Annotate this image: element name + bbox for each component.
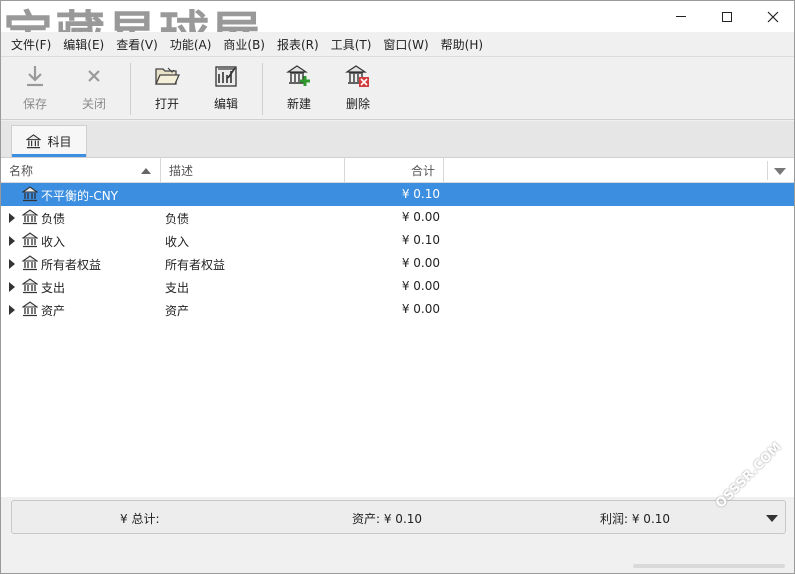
column-header-description[interactable]: 描述 <box>161 158 345 183</box>
column-total-label: 合计 <box>410 164 435 178</box>
close-icon <box>81 63 107 89</box>
summary-total-label: ¥ 总计: <box>120 512 160 526</box>
account-description: 资产 <box>165 304 190 318</box>
close-window-button[interactable] <box>750 1 794 32</box>
new-label: 新建 <box>286 97 311 111</box>
sort-ascending-icon <box>141 168 151 174</box>
menu-tools[interactable]: 工具(T) <box>325 36 378 53</box>
bank-icon <box>21 209 39 225</box>
account-description: 收入 <box>165 235 190 249</box>
title-bar: 宝藏星球屋 <box>1 1 794 64</box>
app-window: 宝藏星球屋 文件(F) 编辑(E) 查看(V) 功能(A) 商业(B) 报表(R… <box>0 0 795 574</box>
account-row[interactable]: 支出 支出 ¥ 0.00 <box>1 275 794 298</box>
account-total: ¥ 0.10 <box>401 233 440 247</box>
tab-label: 科目 <box>47 135 72 149</box>
bank-icon <box>26 134 42 149</box>
menu-reports[interactable]: 报表(R) <box>271 36 325 53</box>
save-label: 保存 <box>22 97 47 111</box>
delete-button[interactable]: 删除 <box>330 63 386 115</box>
menu-bar: 文件(F) 编辑(E) 查看(V) 功能(A) 商业(B) 报表(R) 工具(T… <box>1 32 794 56</box>
menu-view[interactable]: 查看(V) <box>110 36 164 53</box>
account-total: ¥ 0.00 <box>401 279 440 293</box>
edit-account-icon <box>213 63 239 89</box>
toolbar-separator <box>130 63 131 115</box>
expand-arrow-icon[interactable] <box>9 236 15 246</box>
edit-button[interactable]: 编辑 <box>198 63 254 115</box>
progress-bar <box>633 564 785 568</box>
account-description: 所有者权益 <box>165 258 226 272</box>
summary-assets: 资产: ¥ 0.10 <box>352 512 423 526</box>
delete-label: 删除 <box>345 97 370 111</box>
close-tab-button[interactable]: 关闭 <box>66 63 122 115</box>
account-description: 负债 <box>165 212 190 226</box>
account-name: 不平衡的-CNY <box>41 189 119 203</box>
minimize-icon <box>676 16 686 17</box>
bank-icon <box>21 278 39 294</box>
summary-bar: ¥ 总计: 资产: ¥ 0.10 利润: ¥ 0.10 <box>11 500 786 534</box>
menu-actions[interactable]: 功能(A) <box>164 36 218 53</box>
account-total: ¥ 0.00 <box>401 210 440 224</box>
expand-arrow-icon[interactable] <box>9 305 15 315</box>
account-name: 资产 <box>41 304 66 318</box>
account-total: ¥ 0.10 <box>401 187 440 201</box>
menu-file[interactable]: 文件(F) <box>5 36 57 53</box>
account-row[interactable]: 不平衡的-CNY ¥ 0.10 <box>1 183 794 206</box>
save-button[interactable]: 保存 <box>7 63 63 115</box>
status-bar <box>1 538 794 573</box>
account-name: 所有者权益 <box>41 258 102 272</box>
expand-arrow-icon[interactable] <box>9 213 15 223</box>
close-icon <box>767 11 779 22</box>
column-header-name[interactable]: 名称 <box>1 158 161 183</box>
column-header-total[interactable]: 合计 <box>345 158 444 183</box>
account-tree: 名称 描述 合计 不平衡的-CNY ¥ 0.10 负债 负债 ¥ 0.00 收入 收入 ¥ 0… <box>1 157 794 497</box>
bank-icon <box>21 301 39 317</box>
menu-business[interactable]: 商业(B) <box>217 36 271 53</box>
maximize-button[interactable] <box>704 1 750 32</box>
toolbar: 保存 关闭 打开 编辑 新建 删除 <box>1 56 794 120</box>
edit-label: 编辑 <box>213 97 238 111</box>
summary-dropdown-icon[interactable] <box>766 515 778 522</box>
account-row[interactable]: 负债 负债 ¥ 0.00 <box>1 206 794 229</box>
new-button[interactable]: 新建 <box>271 63 327 115</box>
folder-open-icon <box>154 63 180 89</box>
menu-window[interactable]: 窗口(W) <box>377 36 434 53</box>
column-header-filler <box>444 158 794 183</box>
open-label: 打开 <box>154 97 179 111</box>
bank-icon <box>21 255 39 271</box>
account-name: 支出 <box>41 281 66 295</box>
open-button[interactable]: 打开 <box>139 63 195 115</box>
account-name: 负债 <box>41 212 66 226</box>
account-description: 支出 <box>165 281 190 295</box>
download-icon <box>22 63 48 89</box>
delete-account-icon <box>345 63 371 89</box>
account-row[interactable]: 资产 资产 ¥ 0.00 <box>1 298 794 321</box>
column-menu-separator <box>767 161 768 180</box>
menu-help[interactable]: 帮助(H) <box>435 36 489 53</box>
column-chooser-icon[interactable] <box>774 168 786 175</box>
account-total: ¥ 0.00 <box>401 256 440 270</box>
expand-arrow-icon[interactable] <box>9 259 15 269</box>
tab-accounts[interactable]: 科目 <box>11 125 87 157</box>
summary-profit: 利润: ¥ 0.10 <box>600 512 671 526</box>
column-name-label: 名称 <box>9 164 34 178</box>
tab-strip: 科目 <box>1 121 794 157</box>
bank-icon <box>21 186 39 202</box>
account-name: 收入 <box>41 235 66 249</box>
expand-arrow-icon[interactable] <box>9 282 15 292</box>
account-row[interactable]: 所有者权益 所有者权益 ¥ 0.00 <box>1 252 794 275</box>
account-rows: 不平衡的-CNY ¥ 0.10 负债 负债 ¥ 0.00 收入 收入 ¥ 0.10 所有者权益所… <box>1 183 794 321</box>
toolbar-separator <box>262 63 263 115</box>
column-description-label: 描述 <box>169 164 194 178</box>
column-header-row: 名称 描述 合计 <box>1 158 794 183</box>
bank-icon <box>21 232 39 248</box>
menu-edit[interactable]: 编辑(E) <box>57 36 110 53</box>
close-label: 关闭 <box>81 97 106 111</box>
maximize-icon <box>722 11 732 22</box>
new-account-icon <box>286 63 312 89</box>
account-row[interactable]: 收入 收入 ¥ 0.10 <box>1 229 794 252</box>
account-total: ¥ 0.00 <box>401 302 440 316</box>
minimize-button[interactable] <box>658 1 704 32</box>
